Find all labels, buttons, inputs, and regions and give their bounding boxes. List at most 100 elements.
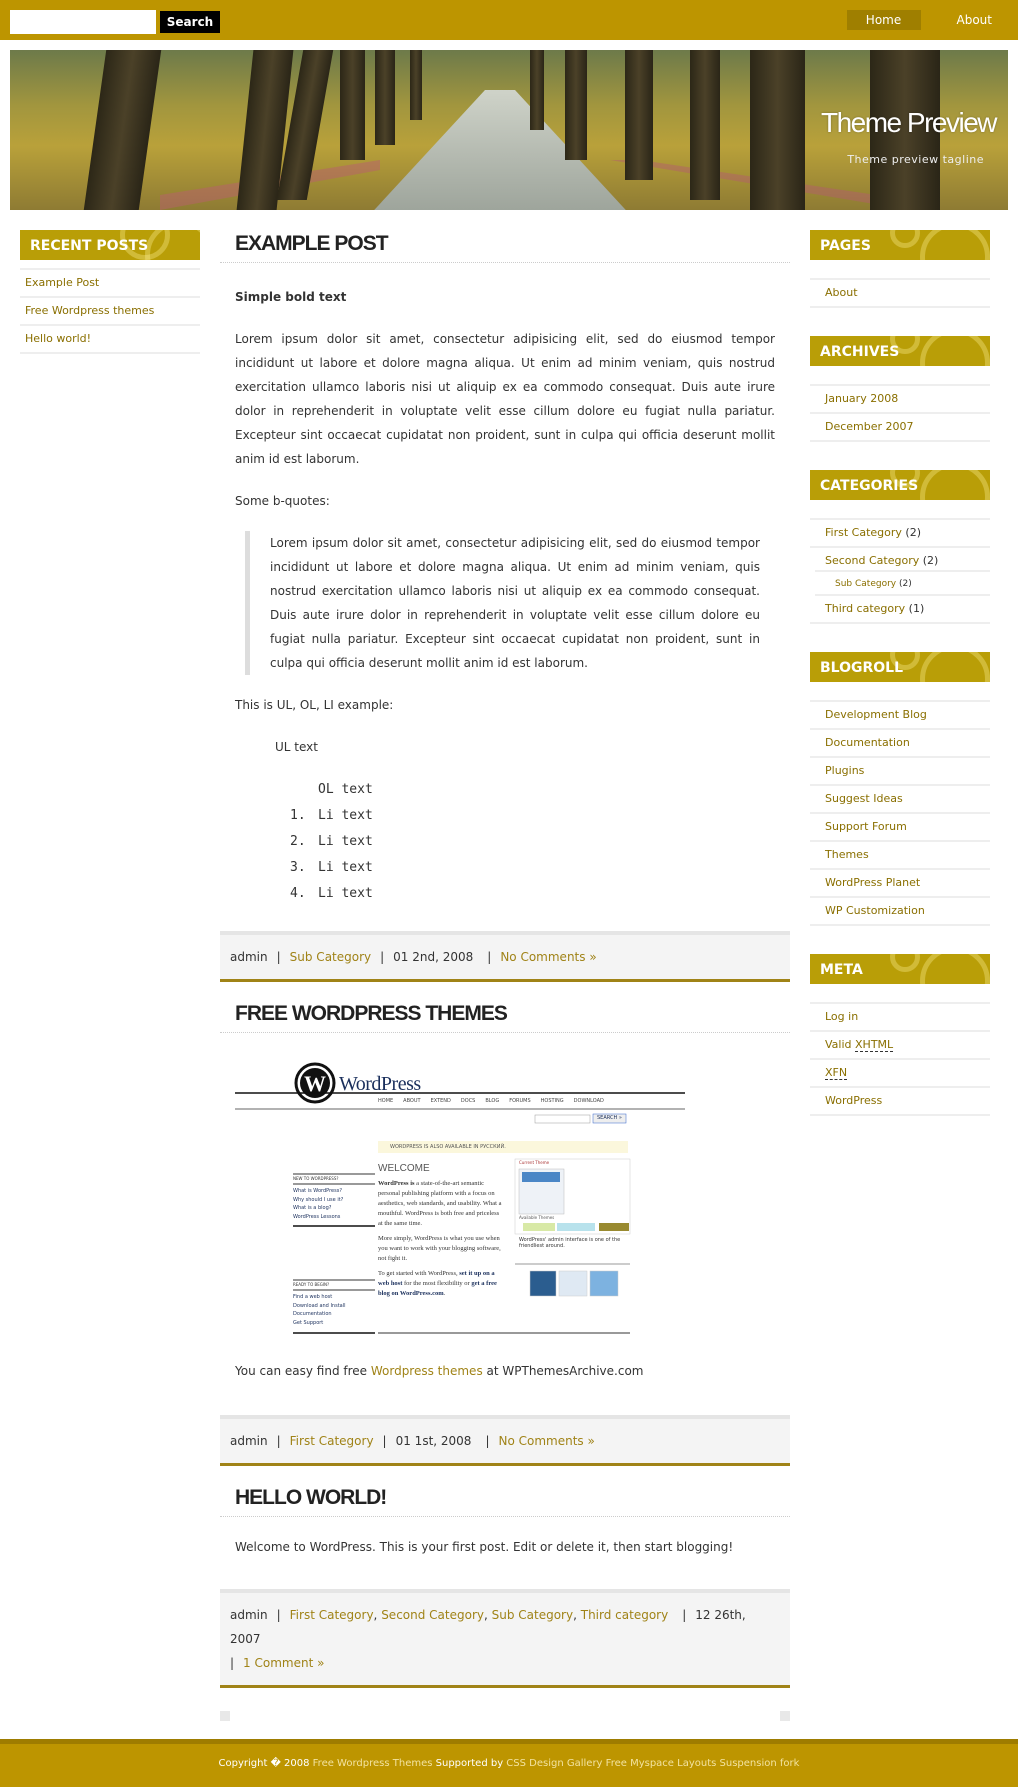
screenshot-ready-heading: READY TO BEGIN? <box>293 1282 330 1287</box>
recent-post-link[interactable]: Free Wordpress themes <box>25 304 154 317</box>
tree-trunk <box>83 50 162 210</box>
category-link[interactable]: Sub Category <box>290 950 371 964</box>
blogroll-link[interactable]: Documentation <box>825 736 910 749</box>
blogroll-link[interactable]: Plugins <box>825 764 864 777</box>
category-count: (2) <box>898 579 912 589</box>
list-item: Plugins <box>810 758 990 786</box>
footer-link[interactable]: Free Wordpress Themes <box>313 1758 433 1769</box>
widget-title: RECENT POSTS <box>20 230 200 260</box>
site-tagline: Theme preview tagline <box>847 153 984 166</box>
list-item-text: Li text <box>318 886 373 901</box>
footer-link[interactable]: CSS Design Gallery <box>506 1758 602 1769</box>
screenshot-link: Documentation <box>293 1311 332 1317</box>
footer-link[interactable]: Free Myspace Layouts <box>606 1758 717 1769</box>
tree-trunk <box>340 50 365 160</box>
post-title[interactable]: HELLO WORLD! <box>220 1484 790 1517</box>
screenshot-bold: WordPress is <box>378 1180 415 1187</box>
archive-link[interactable]: January 2008 <box>825 392 898 405</box>
category-link[interactable]: Second Category <box>825 554 919 567</box>
post-title[interactable]: EXAMPLE POST <box>220 230 790 263</box>
screenshot-ready-links: Find a web host Download and Install Doc… <box>293 1293 346 1327</box>
list-item: Free Wordpress themes <box>20 298 200 326</box>
widget-archives: ARCHIVES January 2008 December 2007 <box>810 336 990 442</box>
tree-trunk <box>410 50 422 120</box>
supported-text: Supported by <box>432 1758 507 1769</box>
ring-decoration-icon <box>920 954 990 984</box>
category-link[interactable]: First Category <box>825 526 902 539</box>
tree-trunk <box>625 50 653 180</box>
wordpress-link[interactable]: WordPress <box>825 1094 882 1107</box>
category-link[interactable]: Third category <box>825 602 905 615</box>
screenshot-link: What is WordPress? <box>293 1188 342 1194</box>
ring-decoration-icon <box>920 652 990 682</box>
list-item: 3. Li text <box>290 855 775 881</box>
category-count: (2) <box>905 526 921 539</box>
screenshot-link: Get Support <box>293 1319 324 1326</box>
screenshot-new-links: What is WordPress? Why should I use it? … <box>293 1187 343 1221</box>
comments-link[interactable]: 1 Comment » <box>243 1656 324 1670</box>
blogroll-link[interactable]: WP Customization <box>825 904 925 917</box>
post-author: admin <box>230 1608 268 1622</box>
blogroll-link[interactable]: Themes <box>825 848 869 861</box>
screenshot-text: a state-of-the-art semantic personal pub… <box>378 1180 502 1227</box>
search-button[interactable]: Search <box>160 11 220 33</box>
blogroll-link[interactable]: Development Blog <box>825 708 927 721</box>
page-link[interactable]: About <box>825 286 858 299</box>
blogroll-list: Development Blog Documentation Plugins S… <box>810 700 990 926</box>
blogroll-link[interactable]: Suggest Ideas <box>825 792 903 805</box>
list-item: WordPress <box>810 1088 990 1116</box>
screenshot-nav-item: BLOG <box>485 1098 500 1104</box>
category-link[interactable]: Sub Category <box>835 579 896 589</box>
list-number: 1. <box>290 808 306 823</box>
xfn-link[interactable]: XFN <box>825 1066 848 1080</box>
screenshot-nav-item: DOWNLOAD <box>573 1098 604 1104</box>
wordpress-themes-link[interactable]: Wordpress themes <box>371 1364 483 1378</box>
archives-list: January 2008 December 2007 <box>810 384 990 442</box>
ring-decoration-icon <box>890 954 920 972</box>
list-number: 2. <box>290 834 306 849</box>
post-date: 01 1st, 2008 <box>395 1434 472 1448</box>
category-link[interactable]: First Category <box>290 1608 374 1622</box>
login-link[interactable]: Log in <box>825 1010 858 1023</box>
recent-post-link[interactable]: Example Post <box>25 276 99 289</box>
category-link[interactable]: Second Category <box>381 1608 484 1622</box>
recent-post-link[interactable]: Hello world! <box>25 332 91 345</box>
category-link[interactable]: First Category <box>290 1434 374 1448</box>
comments-link[interactable]: No Comments » <box>498 1434 594 1448</box>
list-item: Documentation <box>810 730 990 758</box>
widget-title-text: BLOGROLL <box>820 660 904 676</box>
text: at WPThemesArchive.com <box>482 1364 644 1378</box>
tree-trunk <box>530 50 544 130</box>
blogroll-link[interactable]: Support Forum <box>825 820 907 833</box>
screenshot-link: Why should I use it? <box>293 1196 344 1203</box>
widget-title-text: META <box>820 962 863 978</box>
blogroll-link[interactable]: WordPress Planet <box>825 876 920 889</box>
footer: Copyright � 2008 Free Wordpress Themes S… <box>0 1739 1018 1787</box>
screenshot-link: Download and Install <box>293 1302 346 1309</box>
comments-link[interactable]: No Comments » <box>500 950 596 964</box>
category-link[interactable]: Third category <box>581 1608 668 1622</box>
nav-about[interactable]: About <box>937 10 1012 30</box>
nav-home[interactable]: Home <box>846 10 921 30</box>
screenshot-body: WordPress is a state-of-the-art semantic… <box>378 1180 502 1297</box>
ring-decoration-icon <box>890 230 920 248</box>
post: HELLO WORLD! Welcome to WordPress. This … <box>220 1484 790 1688</box>
screenshot-link: Find a web host <box>293 1294 333 1300</box>
list-item: 4. Li text <box>290 881 775 907</box>
site-title[interactable]: Theme Preview <box>821 107 998 139</box>
category-link[interactable]: Sub Category <box>492 1608 573 1622</box>
widget-title-text: ARCHIVES <box>820 344 900 360</box>
ring-decoration-icon <box>145 230 200 260</box>
search-input[interactable] <box>10 10 156 34</box>
right-sidebar: PAGES About ARCHIVES January 2008 Decemb… <box>810 230 990 1144</box>
meta-list: Log in Valid XHTML XFN WordPress <box>810 1002 990 1116</box>
archive-link[interactable]: December 2007 <box>825 420 914 433</box>
footer-link[interactable]: Suspension fork <box>720 1758 800 1769</box>
list-item: First Category (2) <box>810 520 990 548</box>
widget-title: ARCHIVES <box>810 336 990 366</box>
valid-xhtml-link[interactable]: Valid XHTML <box>825 1038 894 1052</box>
paragraph: Lorem ipsum dolor sit amet, consectetur … <box>235 332 775 466</box>
paragraph: Some b-quotes: <box>235 494 330 508</box>
post-title[interactable]: FREE WORDPRESS THEMES <box>220 1000 790 1033</box>
screenshot-notice: WORDPRESS IS ALSO AVAILABLE IN РУССКИЙ. <box>390 1144 506 1150</box>
